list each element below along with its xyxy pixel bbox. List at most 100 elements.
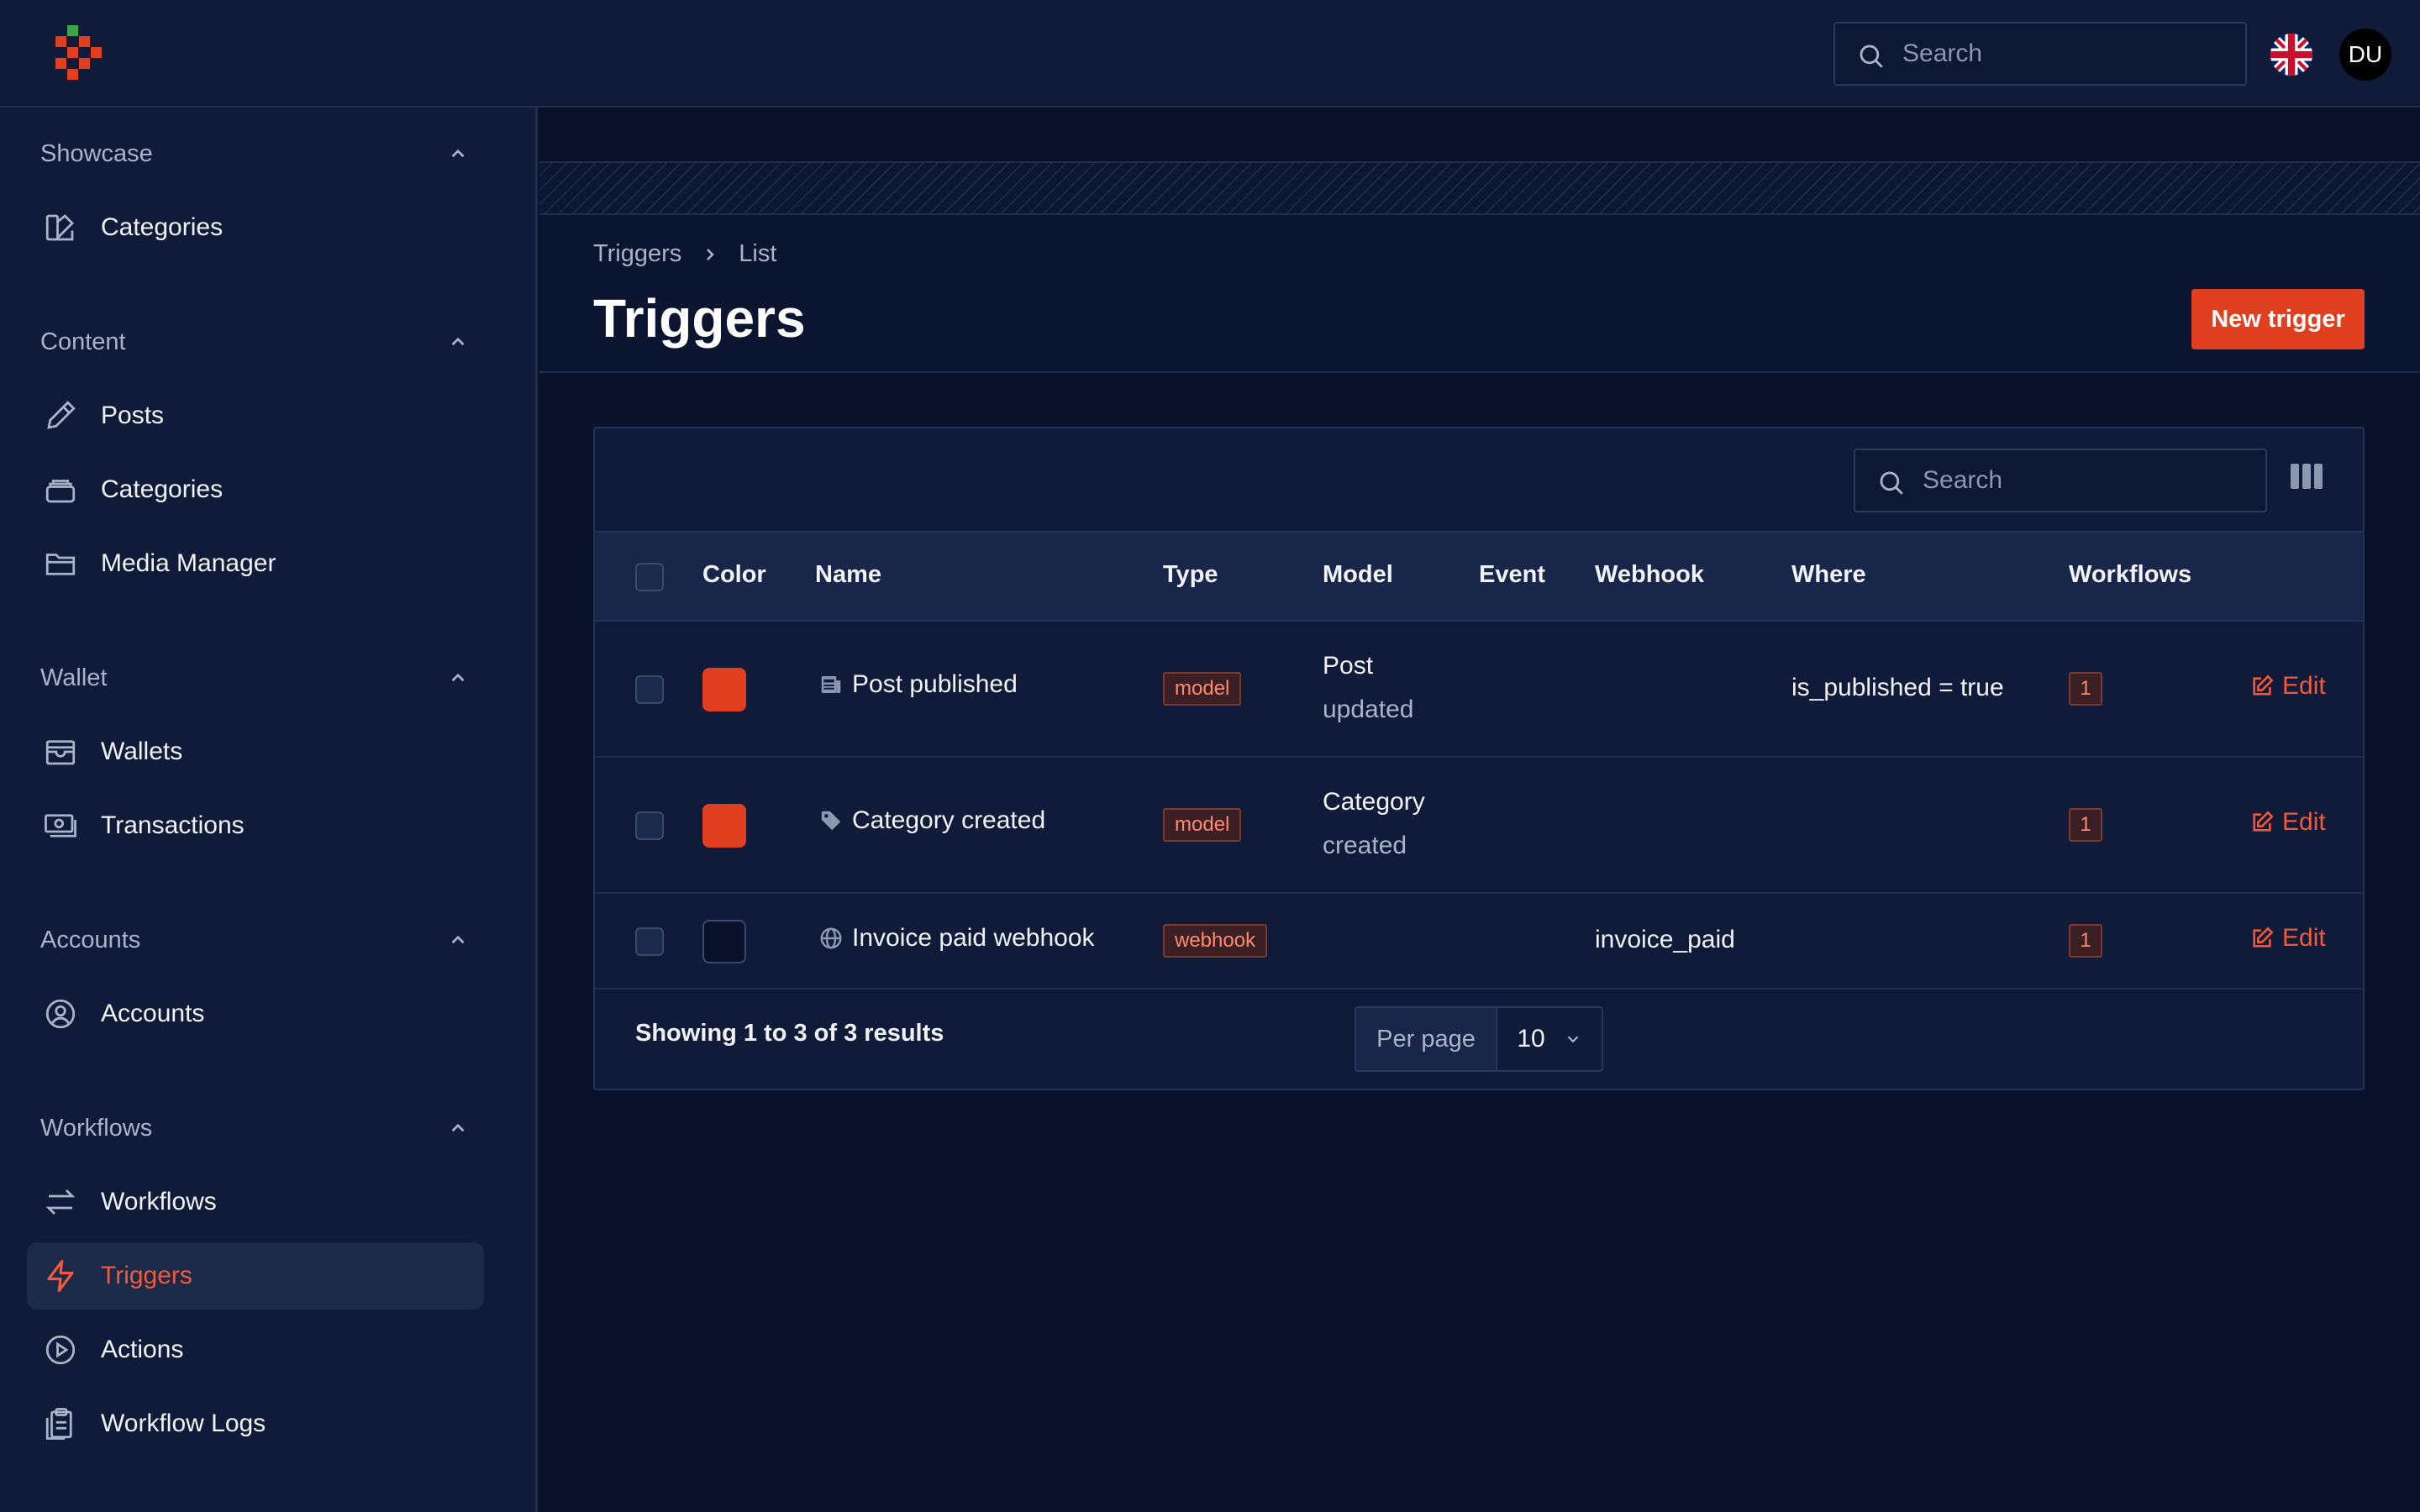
globe-icon: [820, 927, 842, 949]
sidebar-group-accounts[interactable]: Accounts: [40, 919, 469, 961]
row-checkbox[interactable]: [635, 927, 664, 956]
new-trigger-button[interactable]: New trigger: [2191, 289, 2365, 349]
chevron-up-icon: [451, 1123, 465, 1132]
model-event: created: [1323, 832, 1407, 859]
chevron-up-icon: [451, 337, 465, 346]
edit-button[interactable]: Edit: [2250, 808, 2326, 837]
swatch-book-icon: [40, 207, 81, 248]
chevron-up-icon: [451, 673, 465, 682]
page-title: Triggers: [593, 288, 806, 349]
color-swatch: [702, 920, 746, 963]
newspaper-icon: [821, 676, 841, 693]
column-header-model[interactable]: Model: [1323, 561, 1393, 589]
sidebar-group-wallet[interactable]: Wallet: [40, 657, 469, 699]
results-summary: Showing 1 to 3 of 3 results: [635, 1020, 944, 1047]
table-row: Category created model Category created …: [595, 758, 2363, 894]
sidebar-item-accounts[interactable]: Accounts: [27, 980, 484, 1047]
workflows-count: 1: [2069, 808, 2102, 842]
row-checkbox[interactable]: [635, 675, 664, 704]
top-bar: DU: [0, 0, 2420, 108]
table-row: Post published model Post updated is_pub…: [595, 622, 2363, 758]
triggers-table-card: Color Name Type Model Event Webhook Wher…: [593, 427, 2365, 1090]
type-badge: webhook: [1163, 924, 1268, 958]
sidebar-item-media-manager[interactable]: Media Manager: [27, 530, 484, 597]
sidebar-item-triggers[interactable]: Triggers: [27, 1242, 484, 1310]
folder-icon: [40, 543, 81, 584]
workflows-count: 1: [2069, 672, 2102, 706]
edit-button[interactable]: Edit: [2250, 672, 2326, 701]
chevron-down-icon: [1567, 1036, 1578, 1043]
table-search-input[interactable]: [1923, 450, 2242, 511]
sidebar-item-workflows[interactable]: Workflows: [27, 1168, 484, 1236]
column-header-type[interactable]: Type: [1163, 561, 1218, 589]
trigger-name[interactable]: Post published: [818, 670, 1018, 699]
column-header-color[interactable]: Color: [702, 561, 766, 589]
user-circle-icon: [40, 994, 81, 1034]
app-logo[interactable]: [55, 25, 106, 84]
pencil-icon: [40, 396, 81, 436]
row-checkbox[interactable]: [635, 811, 664, 840]
type-badge: model: [1163, 672, 1242, 706]
sidebar: Showcase Categories Content Posts Catego…: [0, 108, 538, 1512]
column-header-webhook[interactable]: Webhook: [1595, 561, 1704, 589]
decorative-hatch-band: [539, 161, 2420, 215]
sidebar-item-workflow-logs[interactable]: Workflow Logs: [27, 1390, 484, 1457]
table-header: Color Name Type Model Event Webhook Wher…: [595, 531, 2363, 622]
breadcrumb: Triggers List: [593, 240, 776, 268]
edit-icon: [2253, 675, 2274, 696]
arrows-exchange-icon: [40, 1182, 81, 1222]
chevron-right-icon: [700, 244, 720, 265]
sidebar-group-showcase[interactable]: Showcase: [40, 133, 469, 175]
edit-icon: [2253, 811, 2274, 832]
table-search[interactable]: [1854, 449, 2267, 512]
sidebar-group-content[interactable]: Content: [40, 321, 469, 363]
edit-icon: [2253, 927, 2274, 948]
chevron-up-icon: [451, 935, 465, 944]
chevron-up-icon: [451, 149, 465, 158]
breadcrumb-current: List: [739, 240, 777, 267]
per-page-select[interactable]: Per page 10: [1355, 1006, 1603, 1072]
tag-icon: [821, 811, 841, 831]
banknote-icon: [40, 806, 81, 846]
sidebar-item-posts[interactable]: Posts: [27, 382, 484, 449]
wallet-icon: [40, 732, 81, 772]
sidebar-item-wallets[interactable]: Wallets: [27, 718, 484, 785]
type-badge: model: [1163, 808, 1242, 842]
user-avatar[interactable]: DU: [2339, 29, 2391, 81]
global-search[interactable]: [1833, 22, 2247, 86]
global-search-input[interactable]: [1902, 24, 2222, 84]
breadcrumb-triggers-link[interactable]: Triggers: [593, 240, 681, 268]
edit-button[interactable]: Edit: [2250, 924, 2326, 953]
page-header: Triggers List Triggers New trigger: [539, 215, 2420, 373]
workflows-count: 1: [2069, 924, 2102, 958]
column-header-name[interactable]: Name: [815, 561, 881, 589]
webhook-name: invoice_paid: [1595, 926, 1735, 953]
sidebar-item-transactions[interactable]: Transactions: [27, 792, 484, 859]
column-toggle-icon[interactable]: [2291, 464, 2323, 493]
sidebar-item-actions[interactable]: Actions: [27, 1316, 484, 1383]
column-header-workflows[interactable]: Workflows: [2069, 561, 2191, 589]
stack-icon: [40, 470, 81, 510]
column-header-where[interactable]: Where: [1791, 561, 1866, 589]
play-circle-icon: [40, 1330, 81, 1370]
model-name: Post: [1323, 652, 1374, 680]
per-page-value[interactable]: 10: [1497, 1008, 1602, 1070]
sidebar-item-showcase-categories[interactable]: Categories: [27, 194, 484, 261]
trigger-name[interactable]: Invoice paid webhook: [818, 924, 1095, 953]
table-row: Invoice paid webhook webhook invoice_pai…: [595, 894, 2363, 990]
search-icon: [1880, 471, 1903, 495]
sidebar-group-workflows[interactable]: Workflows: [40, 1107, 469, 1149]
select-all-checkbox[interactable]: [635, 563, 664, 591]
per-page-label: Per page: [1356, 1008, 1497, 1070]
bolt-icon: [40, 1256, 81, 1296]
clipboard-list-icon: [40, 1404, 81, 1444]
sidebar-item-content-categories[interactable]: Categories: [27, 456, 484, 523]
column-header-event[interactable]: Event: [1479, 561, 1545, 589]
trigger-name[interactable]: Category created: [818, 806, 1045, 835]
model-event: updated: [1323, 696, 1414, 723]
where-condition: is_published = true: [1791, 674, 2004, 701]
color-swatch: [702, 668, 746, 711]
uk-flag-icon[interactable]: [2270, 34, 2312, 76]
search-icon: [1860, 45, 1883, 68]
model-name: Category: [1323, 788, 1425, 816]
